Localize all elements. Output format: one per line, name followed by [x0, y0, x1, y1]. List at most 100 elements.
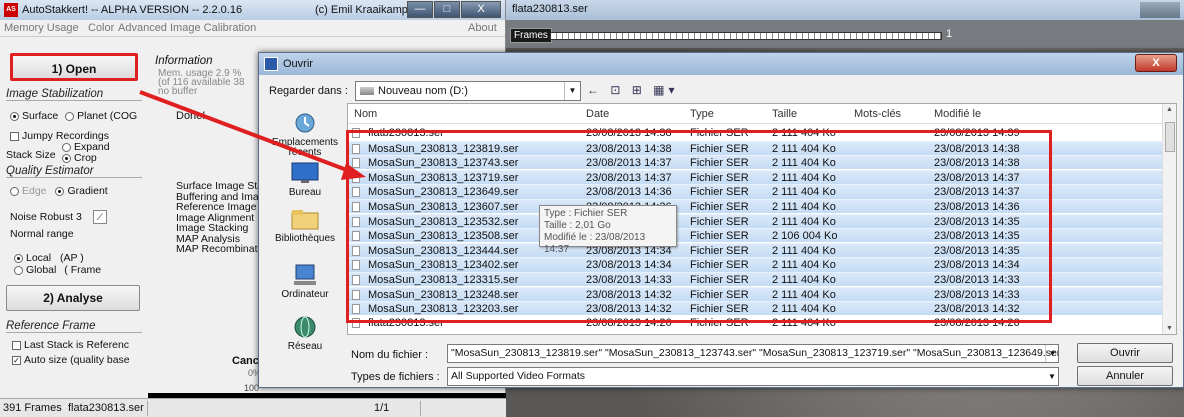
place-computer[interactable]: Ordinateur [265, 263, 345, 300]
look-in-dropdown[interactable]: Nouveau nom (D:) ▼ [355, 81, 581, 101]
frames-slider[interactable] [550, 32, 942, 40]
file-name: MosaSun_230813_123203.ser [368, 303, 519, 316]
surface-radio[interactable] [10, 111, 19, 121]
ouvrir-button[interactable]: Ouvrir [1077, 343, 1173, 363]
noise-spin-icon[interactable]: ⟋ [92, 210, 107, 224]
filetype-select[interactable]: All Supported Video Formats [447, 367, 1059, 386]
file-row[interactable]: MosaSun_230813_123719.ser 23/08/2013 14:3… [348, 169, 1162, 184]
last-stack-checkbox[interactable] [12, 340, 21, 350]
place-label: Ordinateur [281, 289, 329, 300]
open-button[interactable]: 1) Open [10, 53, 138, 81]
file-modified: 23/08/2013 14:37 [934, 171, 1020, 184]
scroll-up-icon[interactable]: ▲ [1166, 106, 1173, 113]
look-in-label: Regarder dans : [269, 85, 348, 97]
file-row[interactable]: MosaSun_230813_123203.ser 23/08/2013 14:3… [348, 301, 1162, 316]
file-row[interactable]: MosaSun_230813_123649.ser 23/08/2013 14:3… [348, 184, 1162, 199]
global-row: Global ( Frame [14, 264, 101, 276]
file-row[interactable]: MosaSun_230813_123743.ser 23/08/2013 14:3… [348, 155, 1162, 170]
column-name[interactable]: Nom [354, 108, 377, 120]
minimize-button[interactable]: — [407, 1, 433, 18]
column-modified[interactable]: Modifié le [934, 108, 981, 120]
crop-label: Crop [74, 152, 97, 164]
file-modified: 23/08/2013 14:35 [934, 215, 1020, 228]
file-row[interactable]: MosaSun_230813_123402.ser 23/08/2013 14:3… [348, 257, 1162, 272]
menu-about[interactable]: About [468, 22, 497, 34]
gradient-radio[interactable] [55, 186, 65, 196]
local-radio[interactable] [14, 253, 23, 263]
place-desktop[interactable]: Bureau [265, 161, 345, 198]
chevron-down-icon[interactable]: ▼ [1045, 368, 1059, 385]
annuler-button[interactable]: Annuler [1077, 366, 1173, 386]
file-row[interactable]: MosaSun_230813_123248.ser 23/08/2013 14:3… [348, 286, 1162, 301]
background-window-controls[interactable] [1140, 2, 1180, 18]
scroll-thumb[interactable] [1165, 122, 1175, 152]
file-row[interactable]: MosaSun_230813_123819.ser 23/08/2013 14:3… [348, 140, 1162, 155]
file-icon [352, 275, 360, 285]
maximize-button[interactable]: □ [434, 1, 460, 18]
status-divider [420, 401, 421, 416]
last-stack-row: Last Stack is Referenc [12, 339, 129, 351]
file-modified: 23/08/2013 14:37 [934, 186, 1020, 199]
file-size: 2 111 404 Ko [772, 127, 836, 139]
file-name: MosaSun_230813_123532.ser [368, 215, 519, 228]
filename-field[interactable]: "MosaSun_230813_123819.ser" "MosaSun_230… [447, 344, 1059, 363]
menu-image-calibration[interactable]: Image Calibration [170, 22, 256, 34]
file-icon [352, 245, 360, 256]
quality-estimator-title: Quality Estimator [6, 165, 142, 178]
edge-radio[interactable] [10, 186, 19, 196]
status-frames: 391 Frames [3, 402, 62, 414]
menu-color[interactable]: Color [88, 22, 114, 34]
menu-advanced[interactable]: Advanced [118, 22, 167, 34]
file-size: 2 111 404 Ko [772, 186, 836, 199]
jumpy-checkbox[interactable] [10, 131, 19, 141]
menu-memory-usage[interactable]: Memory Usage [4, 22, 79, 34]
file-size: 2 111 404 Ko [772, 171, 836, 184]
navigation-toolbar-icons[interactable]: ← ⊡ ⊞ ▦▾ [587, 83, 678, 97]
file-date: 23/08/2013 14:36 [586, 186, 672, 199]
tooltip-line: Modifié le : 23/08/2013 14:37 [544, 232, 646, 255]
file-row[interactable]: MosaSun_230813_123607.ser 23/08/2013 14:3… [348, 199, 1162, 214]
file-list-scrollbar[interactable]: ▲ ▼ [1162, 104, 1176, 334]
file-size: 2 111 404 Ko [772, 157, 836, 170]
auto-size-label: Auto size (quality base [24, 354, 130, 366]
file-row[interactable]: MosaSun_230813_123315.ser 23/08/2013 14:3… [348, 272, 1162, 287]
status-bar: 391 Frames flata230813.ser 1/1 [0, 398, 506, 417]
chevron-down-icon[interactable]: ▼ [1045, 345, 1059, 362]
edge-label: Edge [22, 185, 47, 197]
file-name: MosaSun_230813_123508.ser [368, 230, 519, 243]
file-row[interactable]: MosaSun_230813_123444.ser 23/08/2013 14:3… [348, 242, 1162, 257]
file-modified: 23/08/2013 14:32 [934, 303, 1020, 316]
file-type: Fichier SER [690, 215, 749, 228]
local-label: Local [26, 252, 52, 264]
file-tooltip: Type : Fichier SER Taille : 2,01 Go Modi… [539, 205, 677, 255]
file-icon [352, 143, 360, 154]
place-libraries[interactable]: Bibliothèques [265, 207, 345, 244]
expand-radio[interactable] [62, 142, 71, 152]
file-row[interactable]: MosaSun_230813_123532.ser 23/08/2013 14:3… [348, 213, 1162, 228]
chevron-down-icon[interactable]: ▼ [564, 82, 580, 100]
crop-radio[interactable] [62, 153, 71, 163]
file-type: Fichier SER [690, 259, 749, 272]
global-radio[interactable] [14, 265, 23, 275]
close-button[interactable]: X [461, 1, 501, 18]
analyse-button[interactable]: 2) Analyse [6, 285, 140, 311]
file-name: MosaSun_230813_123719.ser [368, 171, 519, 184]
global-label: Global [26, 264, 57, 276]
column-size[interactable]: Taille [772, 108, 797, 120]
file-size: 2 111 404 Ko [772, 303, 836, 316]
file-size: 2 111 404 Ko [772, 259, 836, 272]
tooltip-line: Type : Fichier SER [544, 208, 628, 219]
place-network[interactable]: Réseau [265, 315, 345, 352]
file-row[interactable]: MosaSun_230813_123508.ser 23/08/2013 14:3… [348, 228, 1162, 243]
place-recent[interactable]: Emplacements récents [265, 111, 345, 158]
column-date[interactable]: Date [586, 108, 609, 120]
column-type[interactable]: Type [690, 108, 714, 120]
scroll-down-icon[interactable]: ▼ [1166, 325, 1173, 332]
auto-size-checkbox[interactable]: ✓ [12, 355, 21, 365]
dialog-close-button[interactable]: X [1135, 54, 1177, 72]
planet-radio[interactable] [65, 111, 75, 121]
file-row[interactable]: flata230813.ser 23/08/2013 14:26 Fichier S… [348, 316, 1162, 330]
file-row[interactable]: flatb230813.ser 23/08/2013 14:38 Fichier S… [348, 126, 1162, 140]
cancel-button[interactable]: Canc [232, 355, 259, 367]
column-keywords[interactable]: Mots-clés [854, 108, 901, 120]
